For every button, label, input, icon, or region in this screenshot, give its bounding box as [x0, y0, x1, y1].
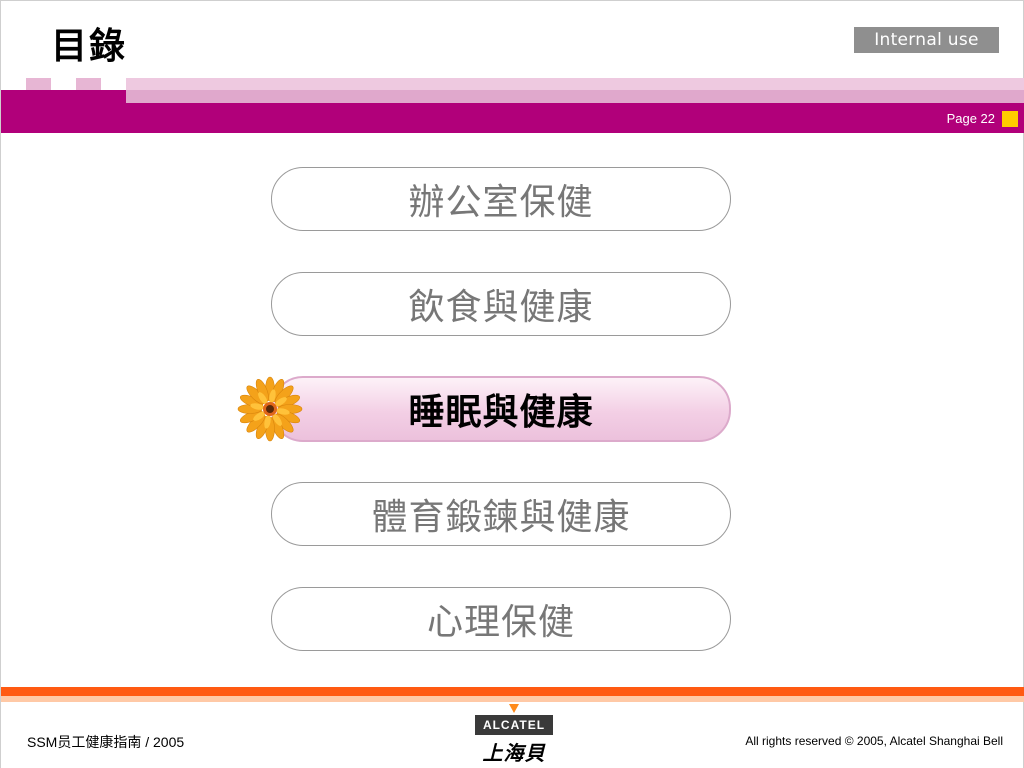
logo-chinese-name: 上海貝尔	[482, 741, 546, 765]
menu-item-sleep-health[interactable]: 睡眠與健康	[271, 376, 731, 442]
internal-use-badge: Internal use only	[854, 27, 999, 76]
header-band-mid	[126, 90, 1024, 103]
footer-doc-title: SSM员工健康指南 / 2005	[27, 734, 185, 750]
header-band-light	[126, 78, 1024, 90]
page-number: Page 22	[946, 111, 995, 126]
menu-item-diet-health[interactable]: 飲食與健康	[271, 272, 731, 336]
flower-icon	[237, 376, 303, 442]
menu-item-exercise-health[interactable]: 體育鍛鍊與健康	[271, 482, 731, 546]
triangle-down-icon	[509, 704, 519, 713]
footer-copyright: All rights reserved © 2005, Alcatel Shan…	[745, 734, 1003, 748]
slide: 目錄 Internal use only Page 22 辦公室保健 飲食與健康…	[0, 0, 1024, 768]
logo-wordmark: ALCATEL	[475, 715, 553, 735]
footer-line-peach	[1, 696, 1024, 702]
page-square-icon	[1002, 111, 1018, 127]
page-title: 目錄	[51, 26, 128, 67]
menu-item-mental-health[interactable]: 心理保健	[271, 587, 731, 651]
footer-line-orange	[1, 687, 1024, 696]
menu-item-office-health[interactable]: 辦公室保健	[271, 167, 731, 231]
alcatel-logo: ALCATEL 上海貝尔	[475, 704, 553, 766]
header-band-dark	[1, 103, 1024, 133]
header-band-dark-left	[1, 90, 126, 103]
